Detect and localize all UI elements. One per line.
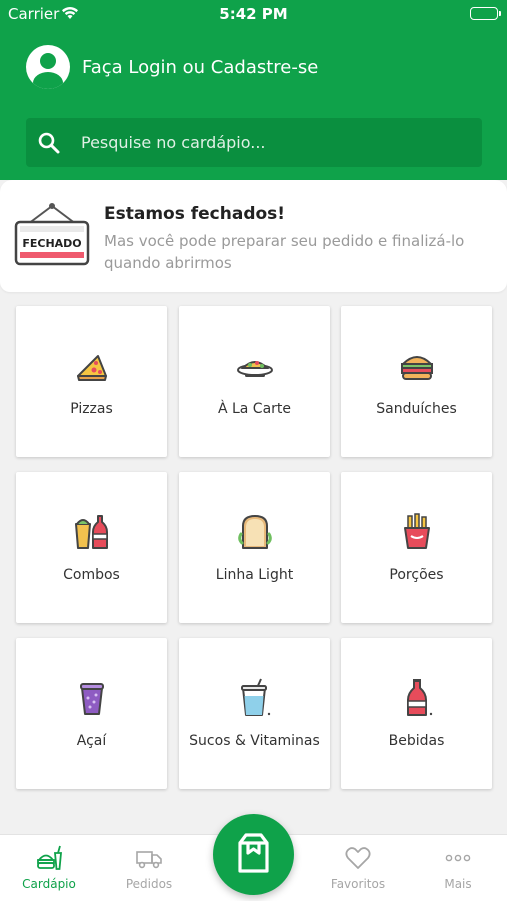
category-tile-sanduiches[interactable]: Sanduíches	[341, 306, 492, 457]
juice-cup-icon	[240, 678, 270, 716]
search-icon	[38, 132, 60, 153]
tab-label: Cardápio	[22, 877, 76, 891]
delivery-truck-icon	[136, 851, 162, 869]
category-tile-acai[interactable]: Açaí	[16, 638, 167, 789]
closed-sign-text: FECHADO	[22, 237, 81, 250]
category-label: Açaí	[76, 733, 107, 749]
tab-favoritos[interactable]: Favoritos	[313, 835, 403, 901]
category-tile-porcoes[interactable]: Porções	[341, 472, 492, 623]
acai-cup-icon	[79, 683, 104, 715]
soda-bottle-icon	[406, 679, 432, 716]
category-label: Sucos & Vitaminas	[189, 733, 320, 749]
cart-button[interactable]	[213, 814, 294, 895]
status-time: 5:42 PM	[219, 5, 288, 23]
search-input[interactable]	[79, 132, 463, 153]
search-bar[interactable]	[26, 118, 482, 167]
category-tile-linha-light[interactable]: Linha Light	[179, 472, 330, 623]
category-label: Pizzas	[70, 401, 113, 417]
burger-icon	[400, 356, 433, 380]
tab-pedidos[interactable]: Pedidos	[104, 835, 194, 901]
fries-icon	[403, 513, 430, 549]
more-dots-icon	[445, 854, 471, 862]
category-tile-a-la-carte[interactable]: À La Carte	[179, 306, 330, 457]
closed-sign-icon: FECHADO	[14, 203, 90, 266]
category-label: Linha Light	[215, 567, 294, 583]
user-avatar-icon	[26, 45, 70, 89]
tab-label: Pedidos	[125, 877, 173, 891]
tab-label: Favoritos	[330, 877, 386, 891]
category-label: Porções	[389, 567, 444, 583]
category-tile-sucos-vitaminas[interactable]: Sucos & Vitaminas	[179, 638, 330, 789]
closed-subtitle: Mas você pode preparar seu pedido e fina…	[104, 232, 465, 272]
pizza-icon	[76, 355, 107, 381]
closed-notice-card: FECHADO Estamos fechados! Mas você pode …	[0, 180, 507, 292]
battery-icon	[470, 7, 501, 20]
closed-title: Estamos fechados!	[104, 204, 286, 224]
menu-food-icon	[37, 845, 62, 870]
app-header: Carrier 5:42 PM Faça Login ou Cadastre-s…	[0, 0, 507, 180]
category-label: Bebidas	[388, 733, 445, 749]
shopping-bag-icon	[238, 833, 269, 873]
status-bar: Carrier 5:42 PM	[0, 0, 507, 28]
category-label: À La Carte	[217, 401, 292, 417]
login-button[interactable]: Faça Login ou Cadastre-se	[26, 44, 318, 90]
category-label: Combos	[63, 567, 120, 583]
combo-icon	[74, 515, 108, 549]
plate-icon	[236, 361, 273, 377]
login-label: Faça Login ou Cadastre-se	[82, 56, 319, 78]
sandwich-icon	[237, 515, 272, 549]
category-label: Sanduíches	[376, 401, 457, 417]
category-tile-combos[interactable]: Combos	[16, 472, 167, 623]
tab-cardapio[interactable]: Cardápio	[4, 835, 94, 901]
heart-icon	[345, 847, 371, 869]
tab-mais[interactable]: Mais	[413, 835, 503, 901]
tab-label: Mais	[444, 877, 472, 891]
category-tile-bebidas[interactable]: Bebidas	[341, 638, 492, 789]
category-tile-pizzas[interactable]: Pizzas	[16, 306, 167, 457]
